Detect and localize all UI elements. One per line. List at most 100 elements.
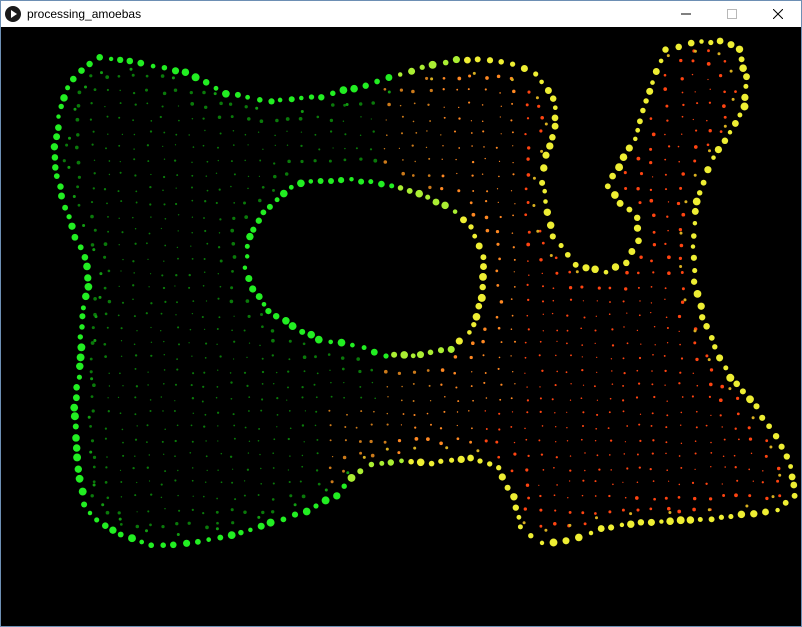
field-dot <box>106 456 108 458</box>
field-dot <box>653 325 656 328</box>
field-dot <box>453 130 457 133</box>
field-dot <box>135 524 140 529</box>
boundary-dot <box>692 197 701 206</box>
inner-ring-dot <box>595 516 598 520</box>
field-dot <box>654 344 656 346</box>
field-dot <box>220 452 223 455</box>
title-bar[interactable]: processing_amoebas <box>1 1 801 27</box>
minimize-icon <box>681 13 691 15</box>
field-dot <box>161 274 164 277</box>
field-dot <box>539 258 543 262</box>
field-dot <box>261 325 264 329</box>
field-dot <box>190 245 192 247</box>
boundary-dot <box>183 539 191 547</box>
field-dot <box>598 468 601 471</box>
inner-ring-dot <box>536 229 540 233</box>
maximize-button[interactable] <box>709 1 755 27</box>
field-dot <box>342 120 345 123</box>
field-dot <box>553 466 555 469</box>
field-dot <box>734 466 737 469</box>
field-dot <box>118 285 120 288</box>
boundary-dot <box>362 82 369 89</box>
field-dot <box>104 481 108 484</box>
field-dot <box>204 229 207 233</box>
field-dot <box>233 315 235 317</box>
field-dot <box>90 494 94 498</box>
field-dot <box>233 437 236 440</box>
field-dot <box>262 148 264 150</box>
field-dot <box>176 368 179 371</box>
field-dot <box>370 423 373 426</box>
field-dot <box>484 372 487 374</box>
field-dot <box>133 272 135 274</box>
boundary-dot <box>194 538 201 545</box>
field-dot <box>104 427 107 430</box>
field-dot <box>118 244 120 246</box>
boundary-dot <box>350 84 358 93</box>
field-dot <box>203 258 206 260</box>
field-dot <box>204 481 207 483</box>
boundary-dot <box>711 155 716 160</box>
field-dot <box>412 370 417 374</box>
field-dot <box>626 425 629 427</box>
inner-ring-dot <box>145 529 148 533</box>
field-dot <box>302 355 307 360</box>
inner-ring-dot <box>362 455 366 459</box>
boundary-dot <box>512 504 519 511</box>
field-dot <box>637 382 641 385</box>
field-dot <box>736 396 740 400</box>
field-dot <box>583 316 586 319</box>
field-dot <box>92 130 95 133</box>
inner-ring-dot <box>445 446 449 450</box>
field-dot <box>134 242 137 245</box>
field-dot <box>495 440 499 444</box>
field-dot <box>188 273 191 277</box>
field-dot <box>608 411 611 414</box>
boundary-dot <box>314 335 323 344</box>
boundary-dot <box>762 508 769 516</box>
field-dot <box>706 143 710 147</box>
field-dot <box>708 101 712 104</box>
field-dot <box>425 76 429 80</box>
field-dot <box>537 104 541 108</box>
boundary-dot <box>70 403 79 412</box>
boundary-dot <box>743 73 750 81</box>
boundary-dot <box>160 542 166 548</box>
field-dot <box>597 286 601 290</box>
field-dot <box>261 398 264 401</box>
field-dot <box>624 186 628 191</box>
boundary-dot <box>94 517 100 523</box>
field-dot <box>650 311 652 314</box>
field-dot <box>484 439 488 443</box>
field-dot <box>122 385 124 387</box>
field-dot <box>565 371 568 374</box>
field-dot <box>776 466 781 471</box>
field-dot <box>276 397 279 400</box>
field-dot <box>206 160 209 163</box>
field-dot <box>117 396 120 399</box>
field-dot <box>556 329 559 332</box>
boundary-dot <box>615 163 624 172</box>
field-dot <box>230 397 233 400</box>
field-dot <box>161 105 164 108</box>
field-dot <box>665 104 669 108</box>
field-dot <box>440 187 444 191</box>
field-dot <box>134 413 137 416</box>
field-dot <box>527 260 529 262</box>
minimize-button[interactable] <box>663 1 709 27</box>
boundary-dot <box>611 263 620 271</box>
field-dot <box>554 412 556 414</box>
close-button[interactable] <box>755 1 801 27</box>
boundary-dot <box>472 312 481 321</box>
boundary-dot <box>96 53 104 61</box>
field-dot <box>510 469 514 473</box>
field-dot <box>175 133 178 136</box>
field-dot <box>342 469 345 473</box>
inner-ring-dot <box>693 49 697 53</box>
inner-ring-dot <box>93 339 97 342</box>
field-dot <box>498 160 501 163</box>
sketch-canvas[interactable] <box>1 27 801 626</box>
field-dot <box>426 437 430 441</box>
field-dot <box>596 356 598 359</box>
field-dot <box>344 133 347 136</box>
